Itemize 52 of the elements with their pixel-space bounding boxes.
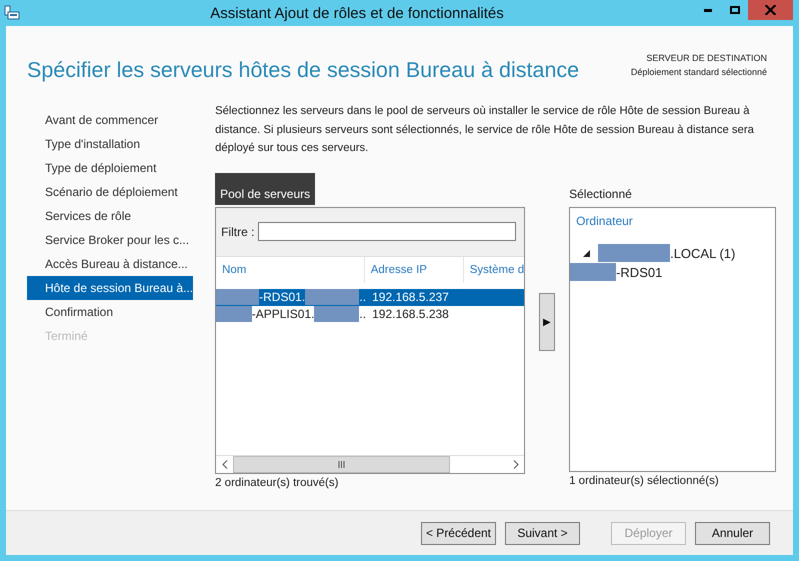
name-text: -RDS01. <box>259 290 306 304</box>
name-text: -APPLIS01. <box>252 307 314 321</box>
add-button[interactable]: ▶ <box>539 292 556 350</box>
column-header[interactable]: Adresse IP <box>364 256 464 282</box>
wizard-step[interactable]: Type de déploiement <box>27 156 194 180</box>
minimize-icon[interactable] <box>704 8 712 12</box>
wizard-button[interactable]: Annuler <box>695 522 770 544</box>
wizard-step[interactable]: Scénario de déploiement <box>27 180 194 204</box>
wizard-step[interactable]: Services de rôle <box>27 204 194 228</box>
wizard-button[interactable]: < Précédent <box>421 522 496 544</box>
column-header[interactable]: Système d <box>464 256 524 282</box>
ip-address: 192.168.5.237 <box>372 290 449 304</box>
description-text: Sélectionnez les serveurs dans le pool de serveurs où installer le service de rôle Hôte de session Bureau à distance. Si plusieurs serveurs sont sélectionnés, le service de rôle Hôte de session Bureau à distance sera déployé sur tous ces serveurs. <box>215 104 755 156</box>
filter-field[interactable] <box>258 222 516 241</box>
table-row[interactable]: -RDS01. .. 192.168.5.237 <box>216 288 524 306</box>
wizard-step[interactable]: Hôte de session Bureau à... <box>27 276 194 300</box>
server-icon <box>4 5 20 21</box>
wizard-button[interactable]: Suivant > <box>505 522 580 544</box>
wizard-step[interactable]: Accès Bureau à distance... <box>27 252 194 276</box>
table-row[interactable]: -APPLIS01. .. 192.168.5.238 <box>216 306 524 322</box>
wizard-step[interactable]: Type d'installation <box>27 132 194 156</box>
wizard-step[interactable]: Confirmation <box>27 300 194 324</box>
destination-label: SERVEUR DE DESTINATION <box>645 52 767 65</box>
ip-address: 192.168.5.238 <box>372 307 449 321</box>
selected-count: 1 ordinateur(s) sélectionné(s) <box>569 474 720 486</box>
name-text: .LOCAL (1) <box>670 246 736 260</box>
redaction-mark <box>305 289 360 305</box>
column-header[interactable]: Ordinateur <box>570 208 776 234</box>
scrollbar-thumb[interactable] <box>233 456 450 472</box>
redaction-mark <box>314 306 360 322</box>
maximize-icon[interactable] <box>730 6 740 14</box>
chevron-right-icon[interactable] <box>512 460 519 468</box>
redaction-mark <box>216 289 260 305</box>
wizard-step[interactable]: Service Broker pour les c... <box>27 228 194 252</box>
filter-label: Filtre : <box>221 224 254 238</box>
grip-icon[interactable] <box>338 460 346 468</box>
destination-value: Déploiement standard sélectionné <box>630 66 767 79</box>
selected-label: Sélectionné <box>569 186 633 202</box>
page-title: Spécifier les serveurs hôtes de session Bureau à distance <box>27 58 580 83</box>
found-count: 2 ordinateur(s) trouvé(s) <box>215 476 340 488</box>
close-icon[interactable] <box>765 5 776 15</box>
expand-icon[interactable] <box>582 248 592 258</box>
chevron-left-icon[interactable] <box>222 460 228 468</box>
pool-tab[interactable]: Pool de serveurs <box>215 172 316 204</box>
redaction-mark <box>216 306 252 322</box>
window-title: Assistant Ajout de rôles et de fonctionnalités <box>209 4 505 22</box>
name-text: .. <box>359 290 366 304</box>
column-header[interactable]: Nom <box>216 256 365 282</box>
name-text: -RDS01 <box>616 264 662 280</box>
close-button[interactable] <box>748 0 793 20</box>
name-text: .. <box>359 307 366 321</box>
wizard-step[interactable]: Avant de commencer <box>27 108 194 132</box>
